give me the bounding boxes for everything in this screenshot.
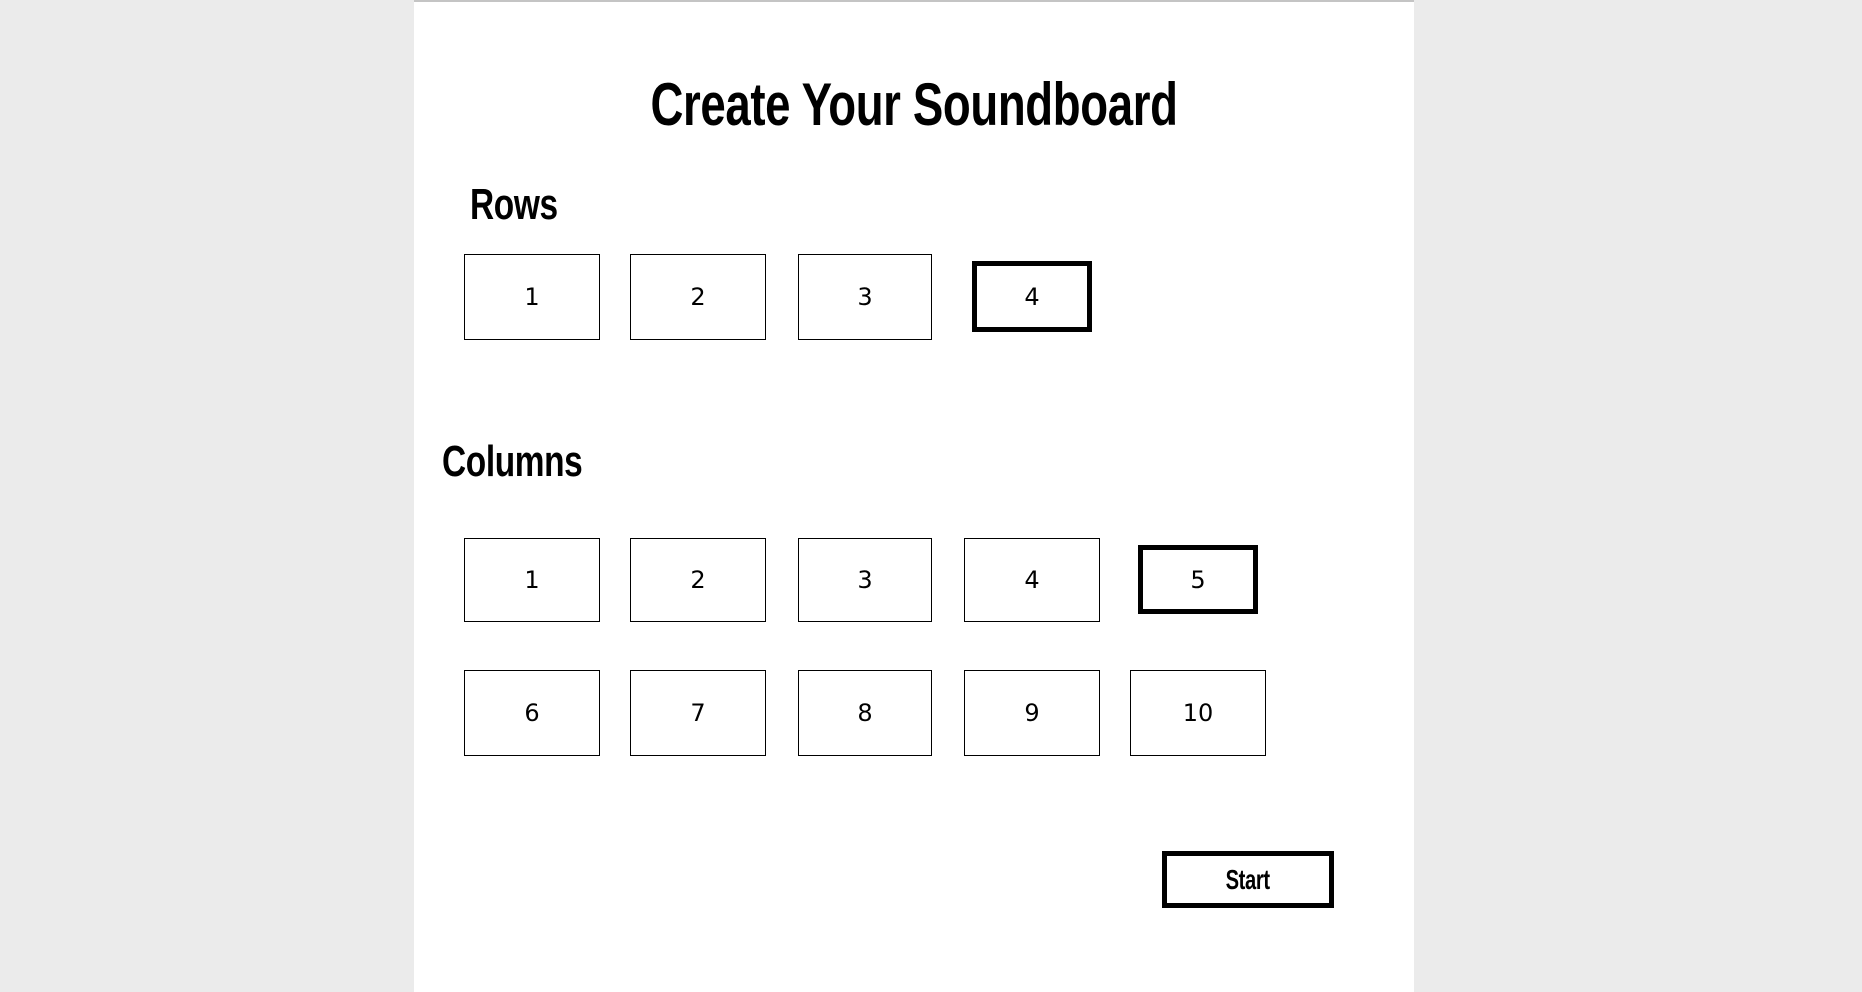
start-button[interactable]: Start (1162, 851, 1334, 908)
columns-option-1[interactable]: 1 (464, 538, 600, 622)
columns-option-3[interactable]: 3 (798, 538, 932, 622)
columns-option-9[interactable]: 9 (964, 670, 1100, 756)
columns-option-5[interactable]: 5 (1138, 545, 1258, 614)
columns-option-2[interactable]: 2 (630, 538, 766, 622)
setup-panel: Create Your Soundboard Rows 1 2 3 4 Colu… (414, 0, 1414, 992)
rows-heading: Rows (470, 180, 558, 229)
columns-option-10[interactable]: 10 (1130, 670, 1266, 756)
columns-option-7[interactable]: 7 (630, 670, 766, 756)
rows-option-4[interactable]: 4 (972, 261, 1092, 332)
rows-option-3[interactable]: 3 (798, 254, 932, 340)
page-title: Create Your Soundboard (650, 71, 1178, 138)
columns-option-4[interactable]: 4 (964, 538, 1100, 622)
columns-option-8[interactable]: 8 (798, 670, 932, 756)
rows-option-2[interactable]: 2 (630, 254, 766, 340)
columns-option-6[interactable]: 6 (464, 670, 600, 756)
start-button-label: Start (1225, 863, 1271, 895)
columns-heading: Columns (442, 437, 583, 486)
rows-option-1[interactable]: 1 (464, 254, 600, 340)
